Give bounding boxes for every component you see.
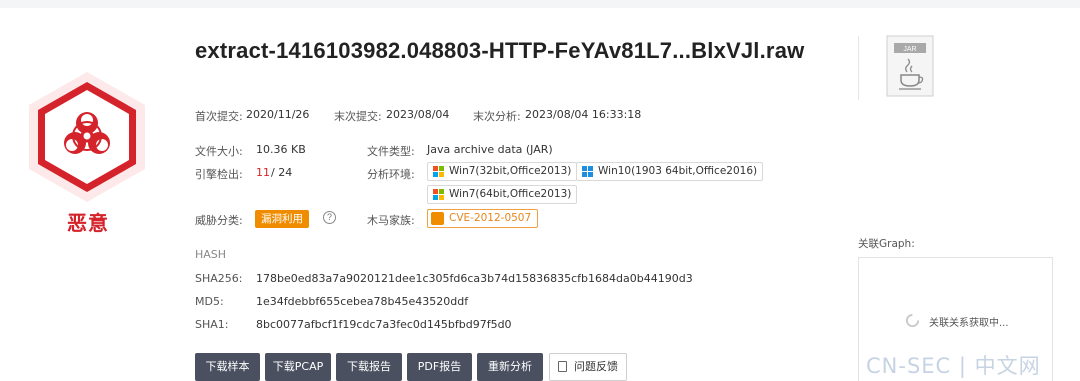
trojan-icon xyxy=(431,212,444,225)
download-pcap-button[interactable]: 下载PCAP xyxy=(265,353,331,381)
feedback-button[interactable]: 问题反馈 xyxy=(549,353,627,381)
sha256-label: SHA256: xyxy=(195,272,243,285)
trojan-family-value: CVE-2012-0507 xyxy=(449,212,532,224)
graph-loading-text: 关联关系获取中... xyxy=(929,318,1009,329)
env-tag-label: Win7(64bit,Office2013) xyxy=(449,188,572,200)
last-submit-value: 2023/08/04 xyxy=(386,108,450,121)
env-tag-win7-64[interactable]: Win7(64bit,Office2013) xyxy=(427,185,578,204)
related-graph-label: 关联Graph: xyxy=(858,238,915,250)
verdict-label: 恶意 xyxy=(67,211,109,235)
engine-detected-count: 11 xyxy=(256,166,270,179)
pdf-report-button[interactable]: PDF报告 xyxy=(407,353,472,381)
trojan-family-label: 木马家族: xyxy=(367,214,415,227)
last-analysis-value: 2023/08/04 16:33:18 xyxy=(525,108,642,121)
jar-file-icon-text: JAR xyxy=(903,46,916,53)
download-report-button[interactable]: 下载报告 xyxy=(336,353,402,381)
md5-value: 1e34fdebbf655cebea78b45e43520ddf xyxy=(256,295,469,308)
feedback-button-label: 问题反馈 xyxy=(574,360,618,373)
last-submit-label: 末次提交: xyxy=(334,110,382,123)
divider xyxy=(858,36,859,100)
document-icon xyxy=(558,361,567,372)
first-submit-value: 2020/11/26 xyxy=(246,108,310,121)
engine-total-count: / 24 xyxy=(271,166,293,179)
file-type-value: Java archive data (JAR) xyxy=(427,143,553,156)
watermark: CN-SEC | 中文网 xyxy=(866,354,1041,378)
env-tag-win10[interactable]: Win10(1903 64bit,Office2016) xyxy=(576,162,764,181)
download-sample-button[interactable]: 下载样本 xyxy=(195,353,260,381)
help-icon[interactable]: ? xyxy=(323,211,336,224)
md5-label: MD5: xyxy=(195,295,224,308)
first-submit-label: 首次提交: xyxy=(195,110,243,123)
engine-detect-label: 引擎检出: xyxy=(195,168,243,181)
windows-xp-icon xyxy=(433,189,444,200)
sha1-value: 8bc0077afbcf1f19cdc7a3fec0d145bfbd97f5d0 xyxy=(256,318,512,331)
windows-10-icon xyxy=(582,166,593,177)
trojan-family-tag[interactable]: CVE-2012-0507 xyxy=(427,209,539,228)
file-title: extract-1416103982.048803-HTTP-FeYAv81L7… xyxy=(195,38,805,63)
windows-xp-icon xyxy=(433,166,444,177)
env-tag-label: Win10(1903 64bit,Office2016) xyxy=(598,165,758,177)
sha256-value: 178be0ed83a7a9020121dee1c305fd6ca3b74d15… xyxy=(256,272,693,285)
threat-category-label: 威胁分类: xyxy=(195,214,243,227)
reanalyze-button[interactable]: 重新分析 xyxy=(477,353,543,381)
sha1-label: SHA1: xyxy=(195,318,229,331)
file-type-label: 文件类型: xyxy=(367,145,415,158)
last-analysis-label: 末次分析: xyxy=(473,110,521,123)
file-size-value: 10.36 KB xyxy=(256,143,306,156)
analysis-env-label: 分析环境: xyxy=(367,168,415,181)
file-size-label: 文件大小: xyxy=(195,145,243,158)
env-tag-label: Win7(32bit,Office2013) xyxy=(449,165,572,177)
loading-spinner-icon xyxy=(905,313,920,328)
top-strip xyxy=(0,0,1080,8)
biohazard-icon xyxy=(29,72,145,202)
jar-file-icon: JAR xyxy=(886,35,934,97)
hash-section-title: HASH xyxy=(195,248,227,261)
threat-category-tag[interactable]: 漏洞利用 xyxy=(255,210,309,228)
env-tag-win7-32[interactable]: Win7(32bit,Office2013) xyxy=(427,162,578,181)
